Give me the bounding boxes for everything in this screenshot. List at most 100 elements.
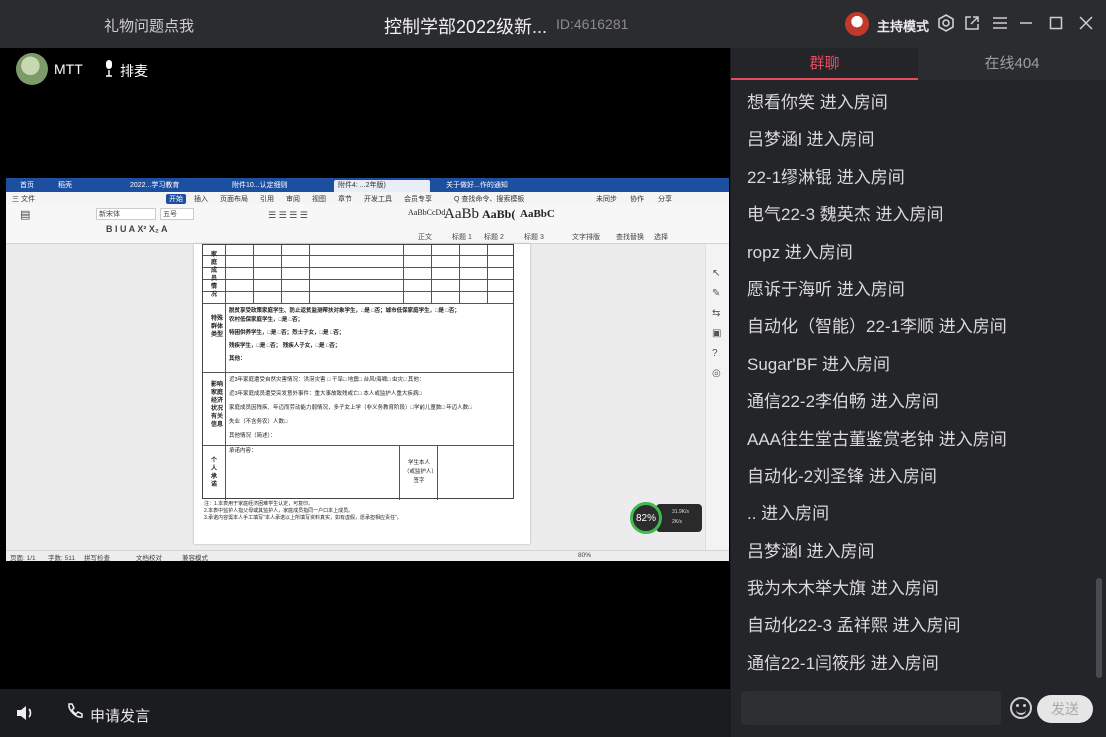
status-item: 80% — [578, 552, 592, 559]
doc-text: 学生本人（或监护人）签字 — [403, 460, 435, 484]
chat-message: 通信22-1闫筱彤 进入房间 — [747, 653, 939, 673]
speaker-icon[interactable] — [16, 704, 36, 722]
doc-text: 近3年家庭成员遭受突发意外事件：重大事故致残或亡□ 本人或监护人重大疾病□ — [229, 391, 422, 397]
menu-item: 分享 — [658, 196, 672, 203]
host-avatar[interactable] — [845, 12, 869, 36]
note-line: 3.承诺内容需本人手工填写"本人承诺以上所填写资料真实，如有虚假，愿承担相应责任… — [204, 515, 402, 521]
menu-item: 视图 — [312, 196, 326, 203]
chat-input[interactable] — [741, 691, 1001, 725]
title-bar: 礼物问题点我 控制学部2022级新... ID:4616281 主持模式 — [0, 0, 1106, 48]
room-title: 控制学部2022级新... — [384, 17, 548, 37]
doc-tab: 首页 — [20, 182, 34, 189]
tab-online-users[interactable]: 在线404 — [918, 48, 1106, 80]
style-label: 正文 — [418, 234, 432, 241]
status-item: 兼容模式 — [182, 555, 208, 561]
pen-icon: ✎ — [712, 288, 721, 299]
video-stage: MTT 排麦 首页 稻壳 2022...学习教育 附件10...认定细则 附件4… — [0, 48, 730, 689]
office-menu: 三 文件 开始 插入 页面布局 引用 审阅 视图 章节 开发工具 会员专享 Q … — [6, 192, 729, 204]
doc-text: 残疾学生，□是 □否； 残疾人子女，□是 □否； — [229, 343, 341, 349]
font-name-box: 新宋体 — [96, 208, 156, 220]
document-page: 家庭成员情况 特殊群体类型 影响家庭经济状况有关信息 个人承诺 脱贫享受政策家庭… — [194, 244, 530, 544]
style-h2: AaBb( — [482, 207, 516, 221]
settings-icon[interactable] — [936, 13, 956, 33]
gift-help-link[interactable]: 礼物问题点我 — [104, 15, 194, 36]
tab-group-chat[interactable]: 群聊 — [731, 48, 918, 80]
net-speed-box: 31.9K/s 2K/s — [656, 504, 702, 532]
doc-text: 近3年家庭遭受自然灾害情况：洪涝灾害 □ 干旱□ 地震□ 台风/海啸□ 虫灾□ … — [229, 377, 425, 383]
location-icon: ◎ — [712, 368, 721, 379]
doc-text: 农村低保家庭学生，□是 □否； — [229, 317, 304, 323]
performance-gauge: 82% — [630, 502, 662, 534]
doc-notes: 注：1.本表用于家庭经济困难学生认定，可复印。 2.本表中监护人指父母或其监护人… — [204, 501, 402, 522]
chat-message: 想看你笑 进入房间 — [747, 93, 888, 112]
office-side-tools: ↖ ✎ ⇆ ▣ ? ◎ — [705, 244, 729, 550]
adjust-icon: ⇆ — [712, 308, 721, 319]
office-ribbon: 新宋体 五号 ▤ B I U A X² X₂ A ☰ ☰ ☰ ☰ AaBbCcD… — [6, 204, 729, 244]
doc-tab: 关于做好...作的通知 — [446, 182, 508, 189]
menu-item: 引用 — [260, 196, 274, 203]
note-line: 2.本表中监护人指父母或其监护人，家庭成员指同一户口本上成员。 — [204, 508, 354, 514]
upload-speed: 31.9K/s — [672, 509, 689, 515]
paragraph-icons: ☰ ☰ ☰ ☰ — [268, 210, 308, 220]
chat-message: 吕梦涵l 进入房间 — [747, 541, 875, 561]
maximize-icon[interactable] — [1046, 13, 1066, 33]
chat-panel: 群聊 在线404 想看你笑 进入房间 吕梦涵l 进入房间 22-1缪淋锟 进入房… — [731, 48, 1106, 737]
note-line: 注：1.本表用于家庭经济困难学生认定，可复印。 — [204, 501, 314, 507]
chat-message: 通信22-2李伯畅 进入房间 — [747, 392, 939, 412]
menu-item: 开发工具 — [364, 196, 392, 203]
emoji-icon[interactable] — [1010, 697, 1032, 719]
menu-item: 三 文件 — [12, 196, 35, 203]
chat-message: 自动化-2刘圣锋 进入房间 — [747, 466, 937, 486]
tool-label: 查找替换 — [616, 234, 644, 241]
microphone-icon — [104, 59, 116, 77]
doc-text: 特困供养学生，□是 □否；烈士子女，□是 □否； — [229, 330, 345, 336]
minimize-icon[interactable] — [1016, 13, 1036, 33]
doc-tab: 2022...学习教育 — [130, 182, 180, 189]
menu-item: 章节 — [338, 196, 352, 203]
tool-label: 选择 — [654, 234, 668, 241]
menu-item: 开始 — [166, 194, 186, 204]
speaker-avatar[interactable] — [16, 53, 48, 85]
chat-message: 我为木木举大旗 进入房间 — [747, 579, 939, 599]
apply-speak-button[interactable]: 申请发言 — [90, 705, 150, 726]
menu-item: 未同步 — [596, 196, 617, 203]
menu-item: 会员专享 — [404, 196, 432, 203]
panel-tabs: 群聊 在线404 — [731, 48, 1106, 80]
side-label: 特殊群体类型 — [211, 316, 224, 338]
chat-message-list: 想看你笑 进入房间 吕梦涵l 进入房间 22-1缪淋锟 进入房间 电气22-3 … — [747, 88, 1087, 686]
style-label: 标题 2 — [484, 234, 504, 241]
chat-message: 22-1缪淋锟 进入房间 — [747, 167, 905, 187]
side-label: 家庭成员情况 — [211, 252, 218, 298]
chat-message: 愿诉于海听 进入房间 — [747, 279, 905, 299]
cursor-icon: ↖ — [712, 268, 721, 279]
menu-item: 审阅 — [286, 196, 300, 203]
doc-text: 家庭成员因残疾、年迈而劳动能力弱情况，多子女上学（非义务教育阶段）□学前儿童数□… — [229, 405, 472, 411]
tools-icon: ▣ — [712, 328, 722, 339]
popout-icon[interactable] — [962, 13, 982, 33]
help-icon: ? — [712, 348, 718, 359]
host-mode-label[interactable]: 主持模式 — [877, 16, 929, 35]
chat-message: 自动化22-3 孟祥熙 进入房间 — [747, 616, 961, 636]
paste-icon: ▤ — [20, 209, 31, 221]
chat-message: 自动化（智能）22-1李顺 进入房间 — [747, 317, 1007, 337]
menu-icon[interactable] — [990, 13, 1010, 33]
phone-icon[interactable] — [66, 702, 84, 725]
chat-scrollbar[interactable] — [1096, 578, 1102, 678]
mic-queue-button[interactable]: 排麦 — [120, 61, 148, 81]
status-item: 字数: 511 — [48, 555, 75, 561]
chat-message: 电气22-3 魏英杰 进入房间 — [747, 205, 944, 225]
doc-text: 失业（不含务农）人数□ — [229, 419, 288, 425]
speaker-name: MTT — [54, 61, 83, 77]
doc-text: 其他情况（简述）： — [229, 433, 276, 439]
send-button[interactable]: 发送 — [1037, 695, 1093, 723]
browser-tabs: 首页 稻壳 2022...学习教育 附件10...认定细则 附件4: ...2年… — [6, 178, 729, 192]
menu-item: Q 查找命令、搜索模板 — [454, 196, 525, 203]
tool-label: 文字排版 — [572, 234, 600, 241]
chat-message: ropz 进入房间 — [747, 242, 853, 262]
format-icons: B I U A X² X₂ A — [106, 224, 168, 234]
side-label: 个人承诺 — [211, 458, 218, 488]
chat-message: .. 进入房间 — [747, 504, 830, 524]
office-status-bar: 页面: 1/1 字数: 511 拼写检查 文档校对 兼容模式 80% — [6, 550, 729, 561]
side-label: 影响家庭经济状况有关信息 — [211, 382, 224, 428]
close-icon[interactable] — [1076, 13, 1096, 33]
